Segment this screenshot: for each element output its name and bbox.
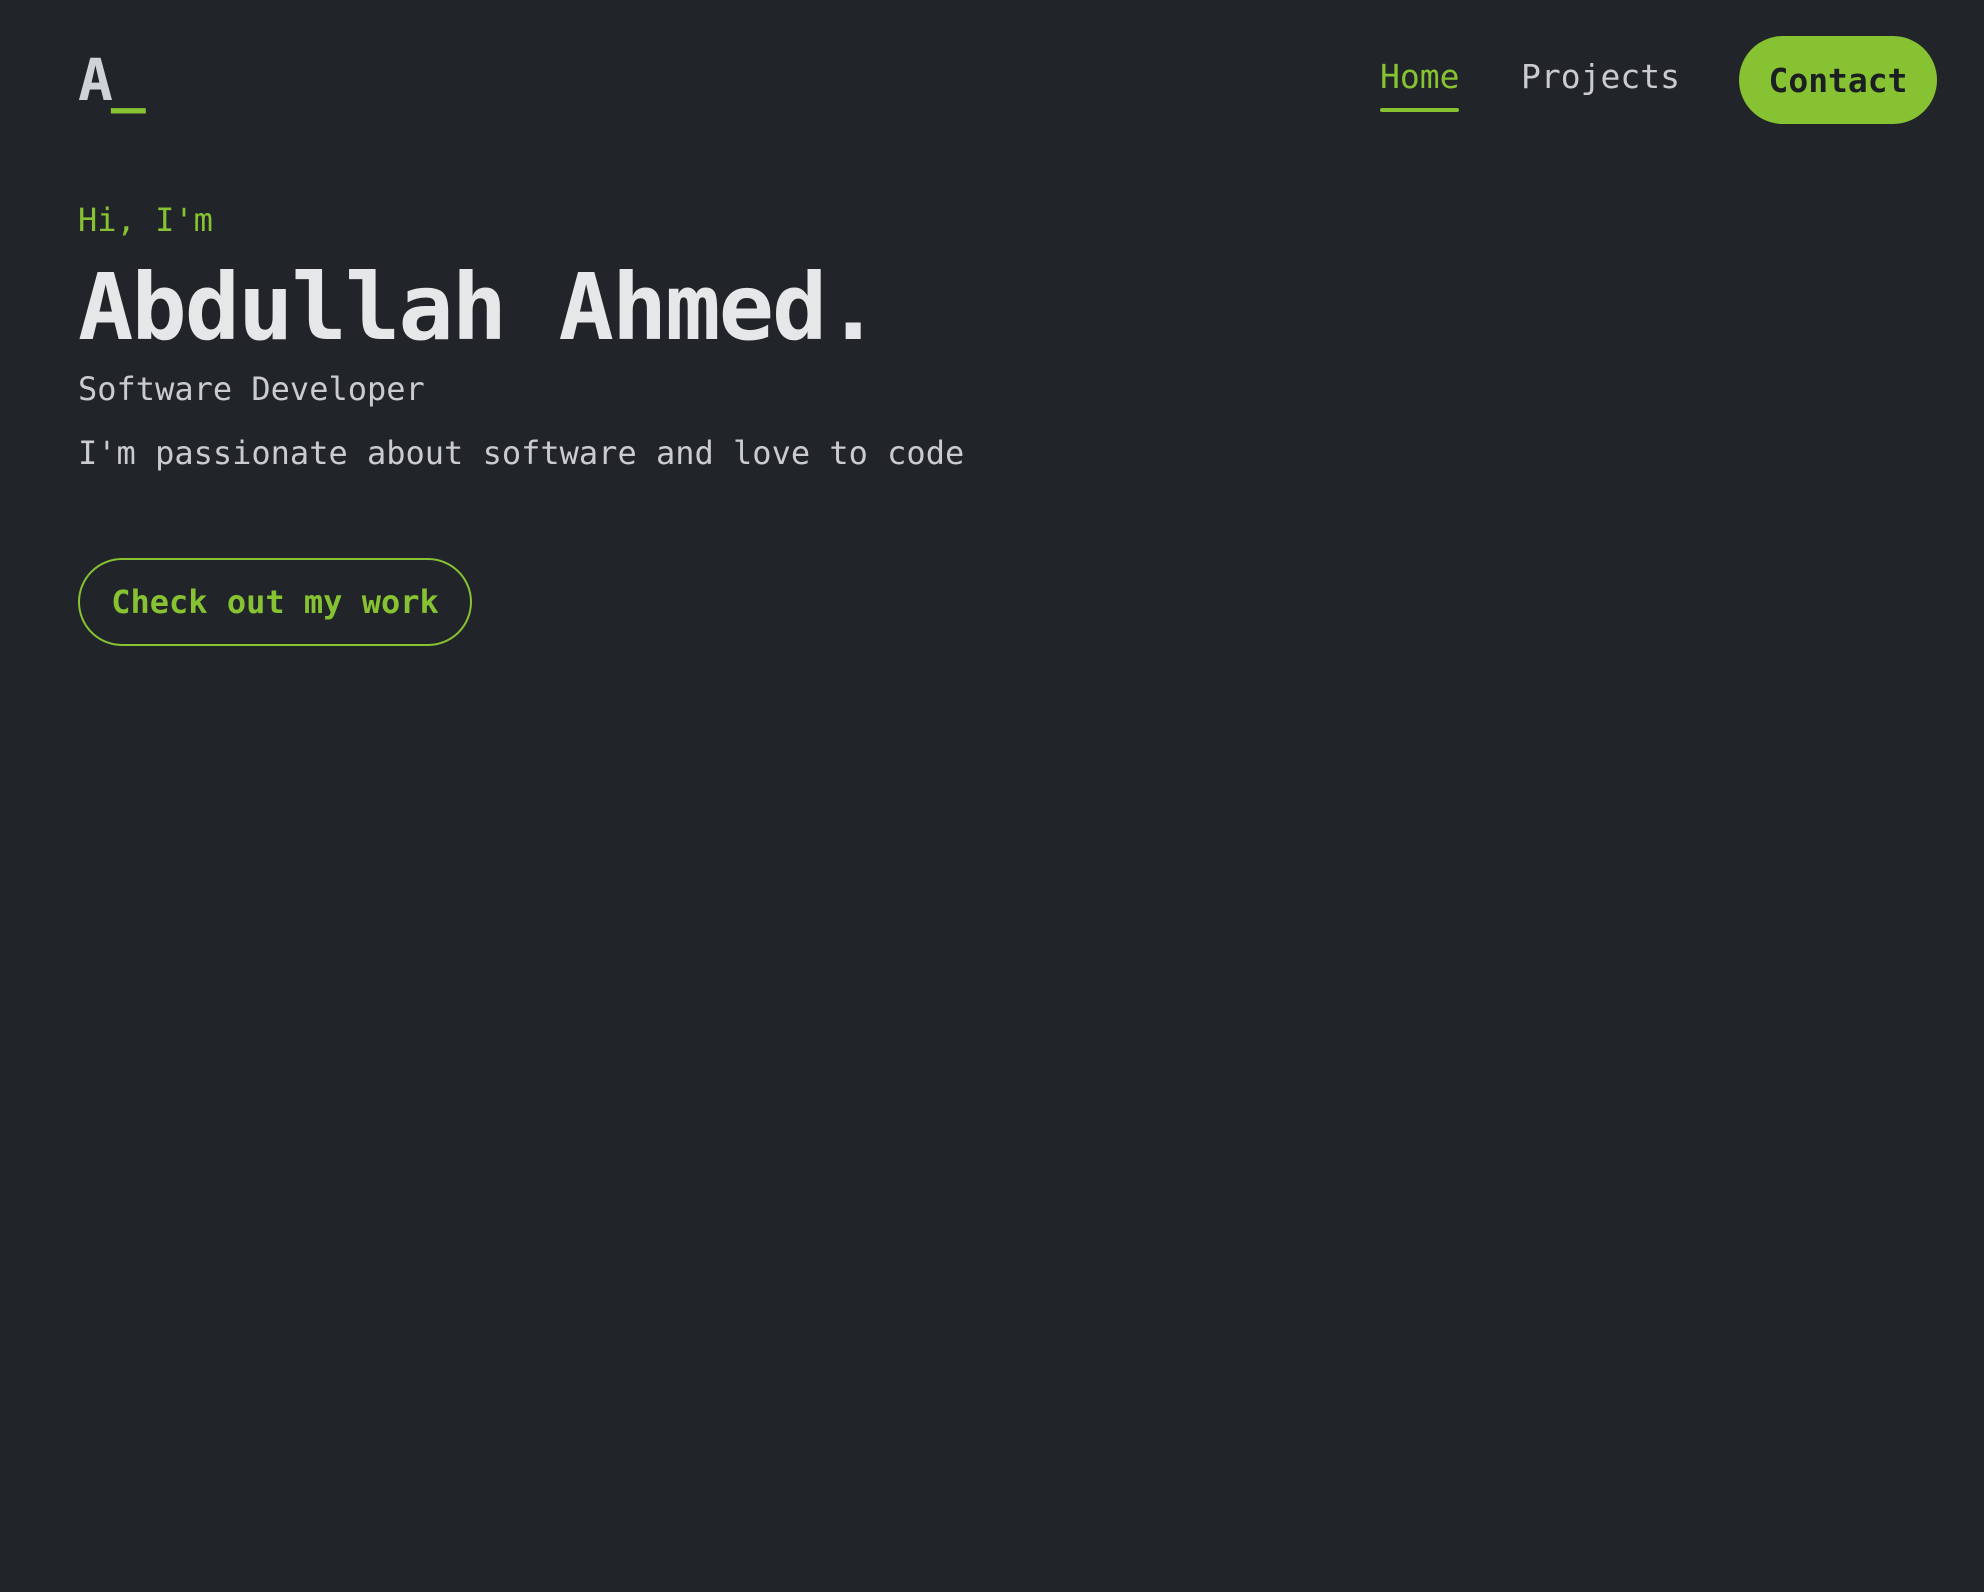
nav-link-projects[interactable]: Projects (1521, 54, 1680, 100)
nav-link-home[interactable]: Home (1380, 54, 1460, 112)
hero-name: Abdullah Ahmed. (78, 254, 881, 361)
logo-letter: A (78, 46, 113, 114)
site-logo[interactable]: A_ (78, 44, 146, 116)
check-out-work-button[interactable]: Check out my work (78, 558, 472, 646)
hero-role: Software Developer (78, 370, 425, 408)
top-navbar: A_ Home Projects Contact (0, 0, 1984, 160)
contact-button[interactable]: Contact (1739, 36, 1937, 124)
hero-tagline: I'm passionate about software and love t… (78, 434, 965, 472)
hero-greeting: Hi, I'm (78, 201, 213, 239)
logo-cursor: _ (110, 46, 146, 114)
